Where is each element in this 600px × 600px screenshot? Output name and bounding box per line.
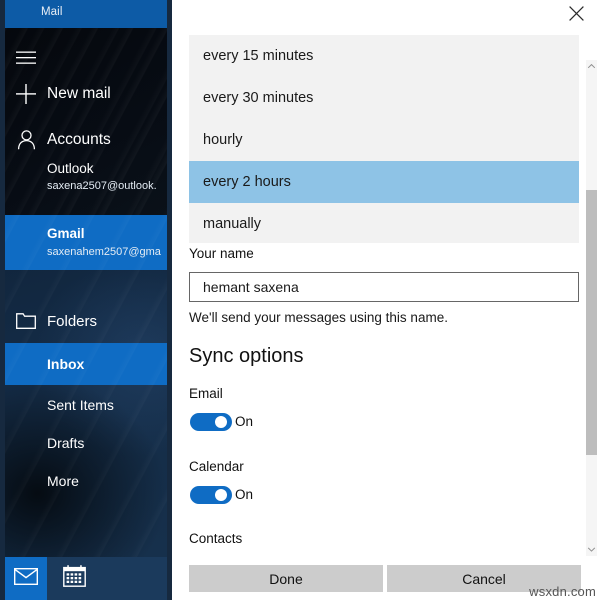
dropdown-option[interactable]: every 15 minutes <box>189 35 579 77</box>
mail-titlebar: Mail <box>5 0 167 28</box>
sync-options-heading: Sync options <box>189 345 304 367</box>
contacts-sync-label: Contacts <box>189 531 243 546</box>
your-name-input[interactable] <box>189 272 579 302</box>
dropdown-option-selected[interactable]: every 2 hours <box>189 161 579 203</box>
sidebar-item-more[interactable]: More <box>5 462 167 500</box>
hamburger-menu-icon <box>5 51 47 65</box>
dropdown-option[interactable]: hourly <box>189 119 579 161</box>
dropdown-option[interactable]: every 30 minutes <box>189 77 579 119</box>
app-switcher-bar <box>5 557 167 600</box>
email-sync-toggle[interactable] <box>190 413 232 431</box>
done-button[interactable]: Done <box>189 565 383 592</box>
folders-button[interactable]: Folders <box>5 305 167 337</box>
toggle-knob <box>215 489 227 501</box>
watermark-text: wsxdn.com <box>529 584 596 599</box>
folder-icon <box>5 313 47 329</box>
sidebar-item-sent-items[interactable]: Sent Items <box>5 386 167 424</box>
mail-icon <box>13 567 39 590</box>
dropdown-option[interactable]: manually <box>189 203 579 245</box>
plus-icon <box>5 84 47 104</box>
account-settings-flyout: every 15 minutes every 30 minutes hourly… <box>172 0 600 600</box>
account-email: saxena2507@outlook. <box>47 180 157 192</box>
email-sync-label: Email <box>189 386 223 401</box>
folder-label: Sent Items <box>47 397 114 413</box>
hamburger-button[interactable] <box>5 40 167 76</box>
close-icon <box>568 6 584 26</box>
folder-label: More <box>47 473 79 489</box>
mail-view-button[interactable] <box>5 557 47 600</box>
chevron-down-icon[interactable] <box>586 543 597 556</box>
your-name-hint: We'll send your messages using this name… <box>189 310 448 325</box>
accounts-button[interactable]: Accounts <box>5 122 167 158</box>
scrollbar-thumb[interactable] <box>586 190 597 455</box>
new-mail-button[interactable]: New mail <box>5 76 167 112</box>
account-name: Outlook <box>47 161 94 176</box>
chevron-up-icon[interactable] <box>586 60 597 73</box>
mail-navigation-pane: New mail Accounts Outlook saxena2507@out… <box>5 28 167 557</box>
calendar-sync-toggle[interactable] <box>190 486 232 504</box>
folder-label: Inbox <box>47 356 85 372</box>
app-root: Mail New mail Accounts Outlook saxena250… <box>0 0 600 600</box>
sidebar-item-drafts[interactable]: Drafts <box>5 424 167 462</box>
email-sync-state: On <box>235 414 254 429</box>
calendar-sync-label: Calendar <box>189 459 244 474</box>
person-icon <box>5 130 47 150</box>
accounts-label: Accounts <box>47 131 111 148</box>
account-email: saxenahem2507@gma <box>47 246 161 258</box>
sync-frequency-dropdown[interactable]: every 15 minutes every 30 minutes hourly… <box>189 35 579 243</box>
calendar-sync-state: On <box>235 487 254 502</box>
account-item-gmail[interactable]: Gmail saxenahem2507@gma <box>5 226 167 274</box>
calendar-icon <box>62 565 86 592</box>
sidebar-item-inbox[interactable]: Inbox <box>5 343 167 385</box>
new-mail-label: New mail <box>47 85 111 102</box>
calendar-view-button[interactable] <box>53 557 95 600</box>
your-name-label: Your name <box>189 246 254 261</box>
close-button[interactable] <box>560 2 592 30</box>
mail-app-window: Mail New mail Accounts Outlook saxena250… <box>5 0 167 600</box>
folder-label: Drafts <box>47 435 85 451</box>
account-name: Gmail <box>47 226 85 241</box>
toggle-knob <box>215 416 227 428</box>
folders-label: Folders <box>47 312 98 330</box>
account-item-outlook[interactable]: Outlook saxena2507@outlook. <box>5 161 167 211</box>
mail-title-label: Mail <box>41 6 63 18</box>
